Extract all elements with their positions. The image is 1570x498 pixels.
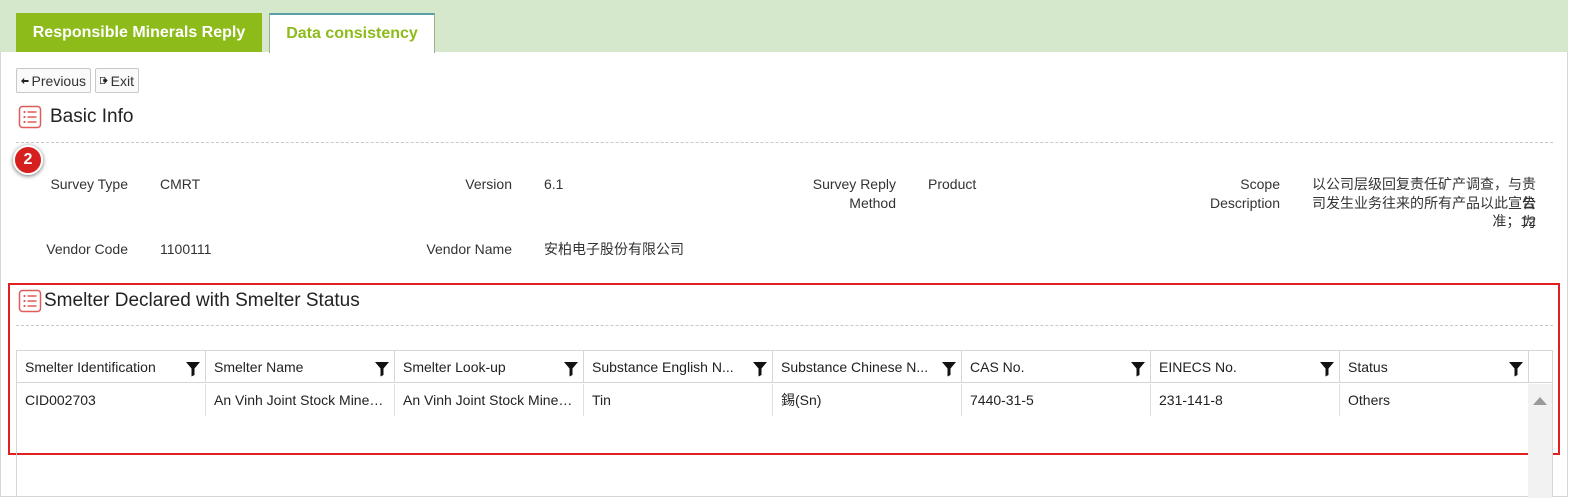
previous-label: Previous — [31, 72, 86, 89]
smelter-section-header: Smelter Declared with Smelter Status — [18, 289, 360, 313]
grid-header: Smelter Identification Smelter Name Smel… — [17, 351, 1552, 383]
basic-info-header: Basic Info — [18, 105, 133, 129]
column-header[interactable]: Substance English N... — [584, 351, 773, 383]
version-value: 6.1 — [544, 176, 564, 192]
filter-icon[interactable] — [752, 361, 768, 377]
smelter-grid: Smelter Identification Smelter Name Smel… — [16, 350, 1553, 498]
column-header[interactable]: Smelter Identification — [17, 351, 206, 383]
divider — [16, 325, 1553, 326]
cell-smelter-id: CID002703 — [17, 384, 206, 416]
tab-responsible-minerals-reply[interactable]: Responsible Minerals Reply — [16, 13, 262, 52]
column-header[interactable]: Status — [1340, 351, 1529, 383]
reply-method-value: Product — [928, 176, 977, 192]
column-header-label: Substance Chinese N... — [781, 359, 929, 375]
column-header[interactable]: Substance Chinese N... — [773, 351, 962, 383]
cell-text: An Vinh Joint Stock Minera... — [403, 392, 575, 408]
cell-status: Others — [1340, 384, 1528, 416]
step-badge: 2 — [13, 145, 43, 175]
cell-text: 7440-31-5 — [970, 392, 1034, 408]
column-header-label: EINECS No. — [1159, 359, 1237, 375]
cell-cas-no: 7440-31-5 — [962, 384, 1151, 416]
vendor-code-label: Vendor Code — [46, 241, 128, 257]
reply-method-label-line2: Method — [849, 195, 896, 211]
vendor-code-value: 1100111 — [160, 241, 212, 257]
cell-substance-cn: 錫(Sn) — [773, 384, 962, 416]
column-header[interactable]: EINECS No. — [1151, 351, 1340, 383]
filter-icon[interactable] — [1508, 361, 1524, 377]
tab-bar: Responsible Minerals Reply Data consiste… — [0, 0, 1568, 53]
cell-text: Tin — [592, 392, 611, 408]
cell-text: An Vinh Joint Stock Minera... — [214, 392, 386, 408]
cell-substance-en: Tin — [584, 384, 773, 416]
filter-icon[interactable] — [185, 361, 201, 377]
filter-icon[interactable] — [941, 361, 957, 377]
reply-method-label-line1: Survey Reply — [812, 176, 896, 192]
vertical-scrollbar[interactable] — [1528, 384, 1552, 498]
cell-smelter-lookup: An Vinh Joint Stock Minera... — [395, 384, 584, 416]
column-header[interactable]: Smelter Name — [206, 351, 395, 383]
column-header-label: Smelter Name — [214, 359, 304, 375]
cell-text: 錫(Sn) — [781, 392, 822, 408]
filter-icon[interactable] — [1130, 361, 1146, 377]
version-label: Version — [465, 176, 512, 192]
table-row[interactable]: CID002703 An Vinh Joint Stock Minera... … — [17, 384, 1528, 416]
filter-icon[interactable] — [563, 361, 579, 377]
arrow-left-icon — [21, 77, 29, 84]
exit-label: Exit — [110, 72, 134, 89]
survey-type-label: Survey Type — [50, 176, 128, 192]
survey-type-value: CMRT — [160, 176, 201, 192]
scope-label-line2: Description — [1209, 195, 1280, 211]
column-header[interactable]: Smelter Look-up — [395, 351, 584, 383]
basic-info-title: Basic Info — [50, 106, 134, 127]
filter-icon[interactable] — [1319, 361, 1335, 377]
previous-button[interactable]: Previous — [16, 68, 91, 93]
cell-einecs-no: 231-141-8 — [1151, 384, 1340, 416]
exit-icon — [100, 76, 108, 85]
column-header-label: CAS No. — [970, 359, 1025, 375]
filter-icon[interactable] — [374, 361, 390, 377]
smelter-section-title: Smelter Declared with Smelter Status — [44, 290, 360, 311]
list-icon — [18, 289, 42, 313]
column-header-label: Status — [1348, 359, 1388, 375]
scroll-up-icon[interactable] — [1533, 397, 1547, 405]
list-icon — [18, 105, 42, 129]
divider — [16, 142, 1553, 143]
vendor-name-value: 安柏电子股份有限公司 — [544, 241, 684, 257]
scope-label-line1: Scope — [1240, 176, 1280, 192]
column-header-label: Substance English N... — [592, 359, 734, 375]
cell-text: CID002703 — [25, 392, 96, 408]
column-header-label: Smelter Look-up — [403, 359, 506, 375]
cell-text: Others — [1348, 392, 1391, 408]
vendor-name-label: Vendor Name — [426, 241, 512, 257]
cell-text: 231-141-8 — [1159, 392, 1223, 408]
scope-value-line3: 准；12 — [1492, 213, 1536, 229]
exit-button[interactable]: Exit — [95, 68, 139, 93]
cell-smelter-name: An Vinh Joint Stock Minera... — [206, 384, 395, 416]
tab-data-consistency[interactable]: Data consistency — [269, 13, 435, 53]
column-header[interactable]: CAS No. — [962, 351, 1151, 383]
column-header-label: Smelter Identification — [25, 359, 156, 375]
